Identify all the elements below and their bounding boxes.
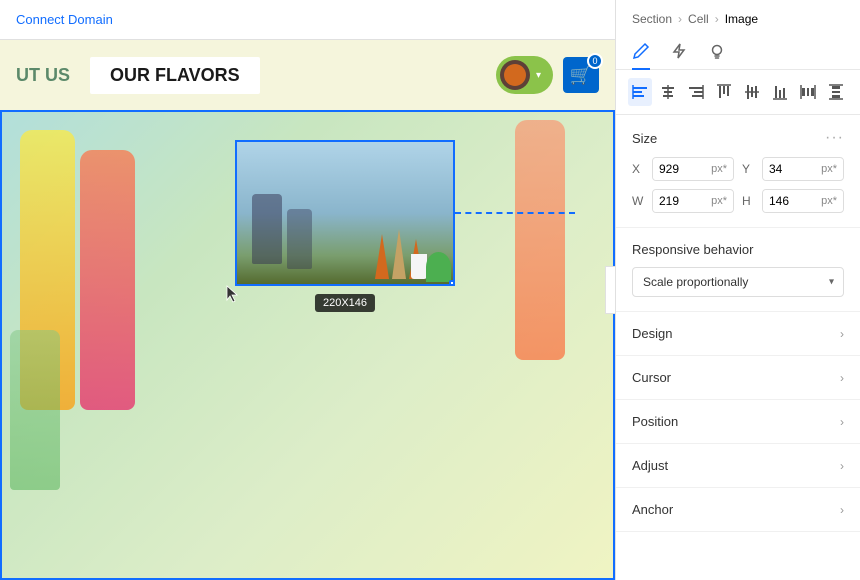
tab-design[interactable] <box>632 34 650 70</box>
cart-button[interactable]: 🛒 0 <box>563 57 599 93</box>
canvas-panel: Connect Domain UT US OUR FLAVORS ▾ 🛒 0 <box>0 0 615 580</box>
cup-1 <box>411 254 427 279</box>
design-arrow-icon: › <box>840 327 844 341</box>
x-label: X <box>632 162 644 176</box>
avatar-face <box>504 64 526 86</box>
anchor-arrow-icon: › <box>840 503 844 517</box>
design-menu-item[interactable]: Design › <box>616 312 860 356</box>
h-input[interactable] <box>763 190 821 212</box>
connect-domain-link[interactable]: Connect Domain <box>16 12 113 27</box>
popsicle-orange <box>515 120 565 360</box>
canvas-area: UT US OUR FLAVORS ▾ 🛒 0 <box>0 40 615 580</box>
w-input[interactable] <box>653 190 711 212</box>
cone-image-bg <box>237 142 453 284</box>
size-row-wh: W px* H px* <box>632 189 844 213</box>
distribute-v-button[interactable] <box>824 78 848 106</box>
tab-lightbulb[interactable] <box>708 34 726 70</box>
responsive-title: Responsive behavior <box>632 242 753 257</box>
w-label: W <box>632 194 644 208</box>
h-unit: px* <box>821 191 843 211</box>
plant <box>426 252 451 282</box>
breadcrumb-sep-1: › <box>678 12 682 26</box>
breadcrumb-sep-2: › <box>715 12 719 26</box>
panel-tabs <box>616 26 860 70</box>
popsicle-green <box>10 330 60 490</box>
w-unit: px* <box>711 191 733 211</box>
align-left-button[interactable] <box>628 78 652 106</box>
y-input-wrap: px* <box>762 157 844 181</box>
figure-1 <box>252 194 282 264</box>
y-label: Y <box>742 162 754 176</box>
responsive-header: Responsive behavior <box>632 242 844 257</box>
anchor-label: Anchor <box>632 502 673 517</box>
figure-2 <box>287 209 312 269</box>
position-label: Position <box>632 414 678 429</box>
cart-icon: 🛒 <box>570 65 592 86</box>
avatar-button[interactable]: ▾ <box>496 56 553 94</box>
responsive-select[interactable]: Scale proportionally Keep width and heig… <box>632 267 844 297</box>
y-unit: px* <box>821 159 843 179</box>
top-bar: Connect Domain <box>0 0 615 40</box>
adjust-menu-item[interactable]: Adjust › <box>616 444 860 488</box>
breadcrumb-cell[interactable]: Cell <box>688 12 709 26</box>
alignment-toolbar <box>616 70 860 115</box>
adjust-label: Adjust <box>632 458 668 473</box>
y-input[interactable] <box>763 158 821 180</box>
panel-content: Size ··· X px* Y px* W <box>616 115 860 580</box>
size-row-xy: X px* Y px* <box>632 157 844 181</box>
distribute-h-button[interactable] <box>796 78 820 106</box>
cursor-arrow-icon: › <box>840 371 844 385</box>
anchor-menu-item[interactable]: Anchor › <box>616 488 860 532</box>
size-section-title: Size <box>632 131 657 146</box>
collapse-panel-button[interactable]: › <box>605 266 615 314</box>
avatar <box>500 60 530 90</box>
cursor-label: Cursor <box>632 370 671 385</box>
cart-badge: 0 <box>587 53 603 69</box>
cursor-menu-item[interactable]: Cursor › <box>616 356 860 400</box>
align-top-button[interactable] <box>712 78 736 106</box>
responsive-section: Responsive behavior Scale proportionally… <box>616 228 860 312</box>
x-unit: px* <box>711 159 733 179</box>
popsicle-red <box>80 150 135 410</box>
dashed-connection-line <box>455 212 575 214</box>
cone-2 <box>392 229 406 279</box>
right-panel: Section › Cell › Image <box>615 0 860 580</box>
breadcrumb-section[interactable]: Section <box>632 12 672 26</box>
breadcrumb-image[interactable]: Image <box>725 12 758 26</box>
nav-flavors-text: OUR FLAVORS <box>90 57 260 94</box>
align-right-button[interactable] <box>684 78 708 106</box>
avatar-chevron-icon: ▾ <box>536 70 541 81</box>
size-section-more[interactable]: ··· <box>825 129 844 147</box>
cursor-icon <box>223 284 243 304</box>
size-section: Size ··· X px* Y px* W <box>616 115 860 228</box>
align-center-h-button[interactable] <box>656 78 680 106</box>
position-arrow-icon: › <box>840 415 844 429</box>
resize-handle[interactable] <box>449 280 455 286</box>
align-bottom-button[interactable] <box>768 78 792 106</box>
breadcrumb: Section › Cell › Image <box>616 0 860 26</box>
nav-right: ▾ 🛒 0 <box>496 56 599 94</box>
size-section-header: Size ··· <box>632 129 844 147</box>
size-tooltip: 220X146 <box>315 294 375 312</box>
align-middle-v-button[interactable] <box>740 78 764 106</box>
w-input-wrap: px* <box>652 189 734 213</box>
x-input[interactable] <box>653 158 711 180</box>
h-label: H <box>742 194 754 208</box>
position-menu-item[interactable]: Position › <box>616 400 860 444</box>
h-input-wrap: px* <box>762 189 844 213</box>
x-input-wrap: px* <box>652 157 734 181</box>
tab-lightning[interactable] <box>670 34 688 70</box>
canvas-image <box>235 140 455 286</box>
design-label: Design <box>632 326 672 341</box>
canvas-nav: UT US OUR FLAVORS ▾ 🛒 0 <box>0 40 615 110</box>
adjust-arrow-icon: › <box>840 459 844 473</box>
cone-1 <box>375 234 389 279</box>
responsive-select-wrap: Scale proportionally Keep width and heig… <box>632 267 844 297</box>
size-inputs: X px* Y px* W px* <box>632 157 844 213</box>
nav-about-text: UT US <box>16 65 70 86</box>
canvas-image-container[interactable]: 220X146 <box>235 140 455 286</box>
